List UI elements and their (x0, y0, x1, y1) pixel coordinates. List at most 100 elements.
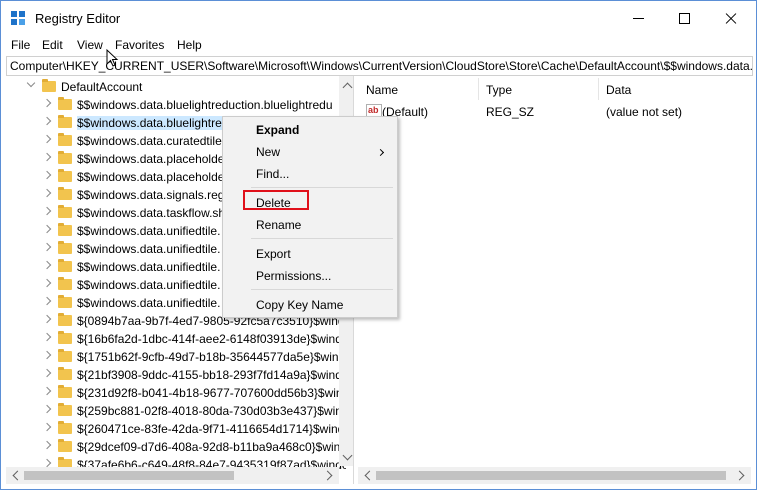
menu-separator (251, 289, 393, 290)
tree-key-row[interactable]: ${1751b62f-9cfb-49d7-b18b-35644577da5e}$… (6, 348, 346, 366)
delete-highlight-box (243, 190, 309, 210)
tree-key-label: $$windows.data.curatedtile (77, 134, 222, 148)
tree-key-label: $$windows.data.unifiedtile. (77, 278, 221, 292)
scroll-left-arrow-icon[interactable] (12, 470, 23, 481)
expand-chevron-icon[interactable] (42, 458, 52, 468)
expand-chevron-icon[interactable] (42, 368, 52, 378)
window-title: Registry Editor (35, 11, 121, 26)
expand-chevron-icon[interactable] (42, 224, 52, 234)
tree-key-label: ${21bf3908-9ddc-4155-bb18-293f7fd14a9a}$… (77, 368, 346, 382)
menu-help[interactable]: Help (177, 38, 202, 52)
tree-root-row[interactable]: DefaultAccount (6, 78, 346, 96)
expand-chevron-icon[interactable] (42, 260, 52, 270)
expand-chevron-icon[interactable] (42, 188, 52, 198)
tree-key-row[interactable]: ${21bf3908-9ddc-4155-bb18-293f7fd14a9a}$… (6, 366, 346, 384)
tree-key-row[interactable]: ${29dcef09-d7d6-408a-92d8-b11ba9a468c0}$… (6, 438, 346, 456)
expand-chevron-icon[interactable] (42, 404, 52, 414)
expand-chevron-icon[interactable] (42, 242, 52, 252)
menu-item-new[interactable]: New (256, 145, 280, 159)
mouse-cursor-icon (106, 48, 119, 67)
scroll-down-arrow-icon[interactable] (342, 450, 353, 461)
tree-key-label: ${260471ce-83fe-42da-9f71-4116654d1714}$… (77, 422, 346, 436)
expand-chevron-icon[interactable] (42, 152, 52, 162)
tree-key-row[interactable]: ${231d92f8-b041-4b18-9677-707600dd56b3}$… (6, 384, 346, 402)
folder-icon (58, 439, 72, 452)
menu-item-export[interactable]: Export (256, 247, 291, 261)
folder-icon (58, 169, 72, 182)
column-header-type[interactable]: Type (486, 83, 512, 97)
tree-key-label: $$windows.data.taskflow.sh (77, 206, 226, 220)
expand-chevron-icon[interactable] (42, 386, 52, 396)
menu-item-expand[interactable]: Expand (256, 123, 299, 137)
column-divider[interactable] (598, 78, 599, 100)
folder-icon (42, 79, 56, 92)
menu-separator (251, 187, 393, 188)
submenu-arrow-icon (376, 148, 385, 157)
scroll-left-arrow-icon[interactable] (364, 470, 375, 481)
expand-chevron-icon[interactable] (42, 350, 52, 360)
scroll-up-arrow-icon[interactable] (342, 82, 353, 93)
tree-key-row[interactable]: ${16b6fa2d-1dbc-414f-aee2-6148f03913de}$… (6, 330, 346, 348)
tree-key-label: $$windows.data.unifiedtile. (77, 260, 221, 274)
tree-root-label: DefaultAccount (61, 80, 143, 94)
menu-separator (251, 238, 393, 239)
tree-key-row[interactable]: ${260471ce-83fe-42da-9f71-4116654d1714}$… (6, 420, 346, 438)
scroll-right-arrow-icon[interactable] (734, 470, 745, 481)
title-bar: Registry Editor (1, 1, 756, 35)
folder-icon (58, 403, 72, 416)
expand-chevron-icon[interactable] (42, 206, 52, 216)
expand-chevron-icon[interactable] (42, 134, 52, 144)
expand-chevron-icon[interactable] (42, 170, 52, 180)
folder-icon (58, 367, 72, 380)
menu-item-copy-key-name[interactable]: Copy Key Name (256, 298, 343, 312)
tree-horizontal-scrollbar[interactable] (6, 467, 339, 484)
menu-item-find[interactable]: Find... (256, 167, 289, 181)
folder-icon (58, 277, 72, 290)
value-data: (value not set) (606, 105, 683, 119)
menu-file[interactable]: File (11, 38, 30, 52)
menu-item-permissions[interactable]: Permissions... (256, 269, 331, 283)
registry-app-icon (11, 11, 27, 27)
minimize-button[interactable] (615, 1, 661, 35)
address-path: Computer\HKEY_CURRENT_USER\Software\Micr… (10, 59, 753, 73)
folder-icon (58, 115, 72, 128)
expand-chevron-icon[interactable] (42, 278, 52, 288)
expand-chevron-icon[interactable] (42, 332, 52, 342)
expand-chevron-icon[interactable] (42, 422, 52, 432)
expand-chevron-icon[interactable] (42, 296, 52, 306)
folder-icon (58, 421, 72, 434)
expand-chevron-icon[interactable] (42, 314, 52, 324)
values-list-pane: Name Type Data ab (Default) REG_SZ (valu… (358, 76, 751, 484)
list-horizontal-scrollbar[interactable] (358, 467, 751, 484)
menu-favorites[interactable]: Favorites (115, 38, 164, 52)
tree-key-label: ${16b6fa2d-1dbc-414f-aee2-6148f03913de}$… (77, 332, 346, 346)
scroll-thumb[interactable] (24, 471, 234, 480)
folder-icon (58, 223, 72, 236)
menu-item-rename[interactable]: Rename (256, 218, 301, 232)
expand-chevron-icon[interactable] (42, 116, 52, 126)
collapse-chevron-icon[interactable] (26, 78, 36, 88)
scroll-thumb[interactable] (376, 471, 726, 480)
folder-icon (58, 187, 72, 200)
folder-icon (58, 97, 72, 110)
column-header-data[interactable]: Data (606, 83, 631, 97)
tree-key-label: ${29dcef09-d7d6-408a-92d8-b11ba9a468c0}$… (77, 440, 346, 454)
menu-view[interactable]: View (77, 38, 103, 52)
maximize-button[interactable] (661, 1, 707, 35)
context-menu: Expand New Find... Delete Rename Export … (222, 116, 398, 318)
expand-chevron-icon[interactable] (42, 440, 52, 450)
tree-key-label: $$windows.data.signals.reg (77, 188, 225, 202)
tree-key-label: ${1751b62f-9cfb-49d7-b18b-35644577da5e}$… (77, 350, 346, 364)
tree-key-row[interactable]: $$windows.data.bluelightreduction.blueli… (6, 96, 346, 114)
menu-edit[interactable]: Edit (42, 38, 63, 52)
tree-key-row[interactable]: ${259bc881-02f8-4018-80da-730d03b3e437}$… (6, 402, 346, 420)
column-header-name[interactable]: Name (366, 83, 398, 97)
folder-icon (58, 241, 72, 254)
column-divider[interactable] (478, 78, 479, 100)
close-button[interactable] (707, 1, 753, 35)
expand-chevron-icon[interactable] (42, 98, 52, 108)
scroll-right-arrow-icon[interactable] (322, 470, 333, 481)
tree-key-label: $$windows.data.unifiedtile. (77, 296, 221, 310)
folder-icon (58, 151, 72, 164)
tree-key-label: ${231d92f8-b041-4b18-9677-707600dd56b3}$… (77, 386, 346, 400)
